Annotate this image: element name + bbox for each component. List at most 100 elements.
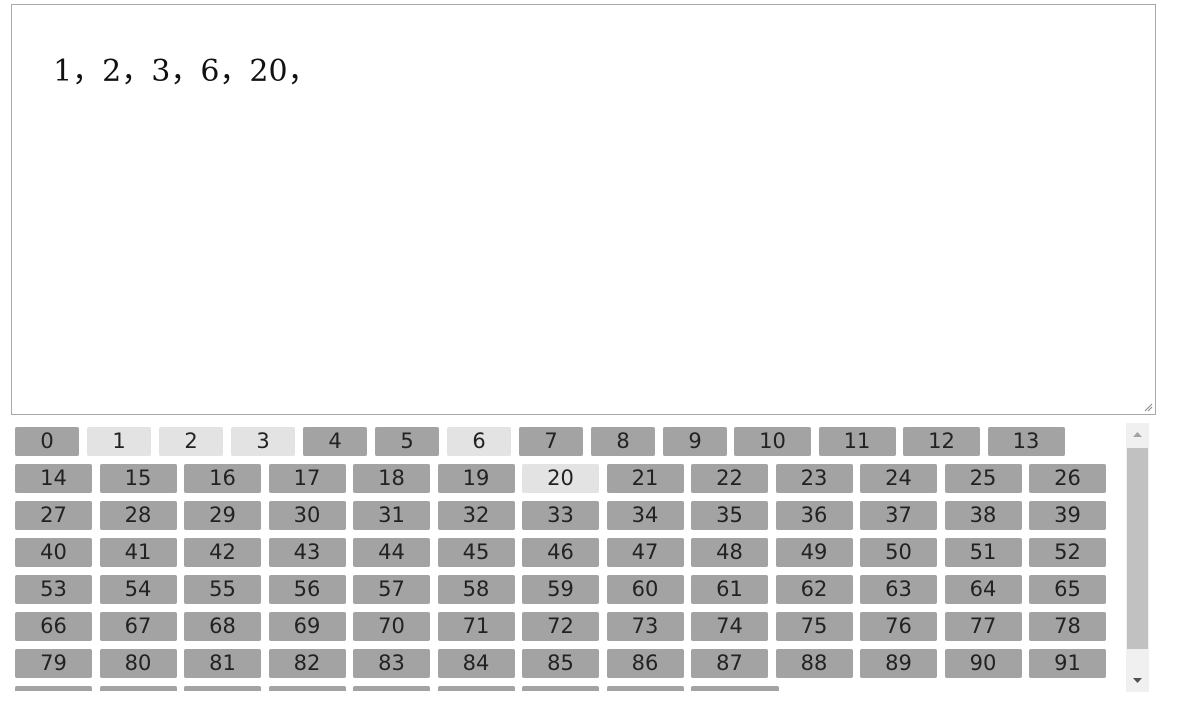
number-button-clipped[interactable] bbox=[15, 686, 92, 691]
number-button-88[interactable]: 88 bbox=[775, 649, 853, 678]
number-button-45[interactable]: 45 bbox=[437, 538, 515, 567]
number-button-15[interactable]: 15 bbox=[99, 464, 177, 493]
number-button-41[interactable]: 41 bbox=[99, 538, 177, 567]
number-button-clipped[interactable] bbox=[353, 686, 430, 691]
number-button-74[interactable]: 74 bbox=[691, 612, 768, 641]
number-button-43[interactable]: 43 bbox=[268, 538, 346, 567]
number-button-38[interactable]: 38 bbox=[944, 501, 1022, 530]
number-button-73[interactable]: 73 bbox=[606, 612, 684, 641]
number-button-clipped[interactable] bbox=[691, 686, 779, 691]
number-button-24[interactable]: 24 bbox=[860, 464, 937, 493]
number-button-clipped[interactable] bbox=[522, 686, 599, 691]
number-button-0[interactable]: 0 bbox=[15, 427, 79, 456]
number-button-4[interactable]: 4 bbox=[303, 427, 367, 456]
number-button-34[interactable]: 34 bbox=[606, 501, 684, 530]
number-button-87[interactable]: 87 bbox=[691, 649, 768, 678]
number-button-9[interactable]: 9 bbox=[663, 427, 727, 456]
number-button-19[interactable]: 19 bbox=[437, 464, 515, 493]
number-button-62[interactable]: 62 bbox=[775, 575, 853, 604]
number-button-78[interactable]: 78 bbox=[1029, 612, 1106, 641]
number-button-35[interactable]: 35 bbox=[691, 501, 768, 530]
number-button-29[interactable]: 29 bbox=[184, 501, 261, 530]
number-button-clipped[interactable] bbox=[606, 686, 684, 691]
number-button-clipped[interactable] bbox=[437, 686, 515, 691]
number-button-37[interactable]: 37 bbox=[860, 501, 937, 530]
number-button-84[interactable]: 84 bbox=[437, 649, 515, 678]
number-button-16[interactable]: 16 bbox=[184, 464, 261, 493]
number-button-44[interactable]: 44 bbox=[353, 538, 430, 567]
number-button-39[interactable]: 39 bbox=[1029, 501, 1106, 530]
number-button-90[interactable]: 90 bbox=[944, 649, 1022, 678]
number-button-49[interactable]: 49 bbox=[775, 538, 853, 567]
number-button-40[interactable]: 40 bbox=[15, 538, 92, 567]
number-button-83[interactable]: 83 bbox=[353, 649, 430, 678]
number-button-46[interactable]: 46 bbox=[522, 538, 599, 567]
number-button-21[interactable]: 21 bbox=[606, 464, 684, 493]
number-button-5[interactable]: 5 bbox=[375, 427, 439, 456]
number-button-20[interactable]: 20 bbox=[522, 464, 599, 493]
number-button-23[interactable]: 23 bbox=[775, 464, 853, 493]
number-button-2[interactable]: 2 bbox=[159, 427, 223, 456]
number-button-3[interactable]: 3 bbox=[231, 427, 295, 456]
number-button-11[interactable]: 11 bbox=[818, 427, 896, 456]
scrollbar-thumb[interactable] bbox=[1127, 448, 1148, 649]
number-button-30[interactable]: 30 bbox=[268, 501, 346, 530]
number-button-69[interactable]: 69 bbox=[268, 612, 346, 641]
number-button-25[interactable]: 25 bbox=[944, 464, 1022, 493]
number-button-63[interactable]: 63 bbox=[860, 575, 937, 604]
number-button-61[interactable]: 61 bbox=[691, 575, 768, 604]
number-button-17[interactable]: 17 bbox=[268, 464, 346, 493]
number-button-57[interactable]: 57 bbox=[353, 575, 430, 604]
number-button-70[interactable]: 70 bbox=[353, 612, 430, 641]
number-button-18[interactable]: 18 bbox=[353, 464, 430, 493]
number-button-33[interactable]: 33 bbox=[522, 501, 599, 530]
number-grid-scrollbar[interactable] bbox=[1126, 423, 1149, 692]
number-button-52[interactable]: 52 bbox=[1029, 538, 1106, 567]
number-button-13[interactable]: 13 bbox=[987, 427, 1065, 456]
numbers-textarea[interactable]: 1，2，3，6，20， bbox=[11, 4, 1156, 415]
number-button-10[interactable]: 10 bbox=[734, 427, 811, 456]
number-button-32[interactable]: 32 bbox=[437, 501, 515, 530]
number-button-71[interactable]: 71 bbox=[437, 612, 515, 641]
number-button-89[interactable]: 89 bbox=[860, 649, 937, 678]
number-button-86[interactable]: 86 bbox=[606, 649, 684, 678]
number-button-36[interactable]: 36 bbox=[775, 501, 853, 530]
number-button-60[interactable]: 60 bbox=[606, 575, 684, 604]
number-button-67[interactable]: 67 bbox=[99, 612, 177, 641]
number-button-59[interactable]: 59 bbox=[522, 575, 599, 604]
number-button-51[interactable]: 51 bbox=[944, 538, 1022, 567]
number-button-7[interactable]: 7 bbox=[519, 427, 583, 456]
number-button-14[interactable]: 14 bbox=[15, 464, 92, 493]
number-button-26[interactable]: 26 bbox=[1029, 464, 1106, 493]
number-button-91[interactable]: 91 bbox=[1029, 649, 1106, 678]
number-button-clipped[interactable] bbox=[99, 686, 177, 691]
number-button-31[interactable]: 31 bbox=[353, 501, 430, 530]
number-button-66[interactable]: 66 bbox=[15, 612, 92, 641]
number-button-27[interactable]: 27 bbox=[15, 501, 92, 530]
number-button-82[interactable]: 82 bbox=[268, 649, 346, 678]
number-button-75[interactable]: 75 bbox=[775, 612, 853, 641]
number-button-58[interactable]: 58 bbox=[437, 575, 515, 604]
number-button-48[interactable]: 48 bbox=[691, 538, 768, 567]
triangle-up-icon[interactable] bbox=[1126, 423, 1149, 445]
number-button-6[interactable]: 6 bbox=[447, 427, 511, 456]
number-button-56[interactable]: 56 bbox=[268, 575, 346, 604]
number-button-12[interactable]: 12 bbox=[903, 427, 980, 456]
number-button-54[interactable]: 54 bbox=[99, 575, 177, 604]
resize-grip-icon[interactable] bbox=[1143, 402, 1153, 412]
number-button-1[interactable]: 1 bbox=[87, 427, 151, 456]
number-button-42[interactable]: 42 bbox=[184, 538, 261, 567]
number-button-81[interactable]: 81 bbox=[184, 649, 261, 678]
number-button-68[interactable]: 68 bbox=[184, 612, 261, 641]
number-button-77[interactable]: 77 bbox=[944, 612, 1022, 641]
number-button-79[interactable]: 79 bbox=[15, 649, 92, 678]
number-button-clipped[interactable] bbox=[268, 686, 346, 691]
number-button-85[interactable]: 85 bbox=[522, 649, 599, 678]
number-button-65[interactable]: 65 bbox=[1029, 575, 1106, 604]
number-button-72[interactable]: 72 bbox=[522, 612, 599, 641]
number-button-53[interactable]: 53 bbox=[15, 575, 92, 604]
triangle-down-icon[interactable] bbox=[1126, 670, 1149, 692]
number-button-76[interactable]: 76 bbox=[860, 612, 937, 641]
number-button-80[interactable]: 80 bbox=[99, 649, 177, 678]
number-button-clipped[interactable] bbox=[184, 686, 261, 691]
